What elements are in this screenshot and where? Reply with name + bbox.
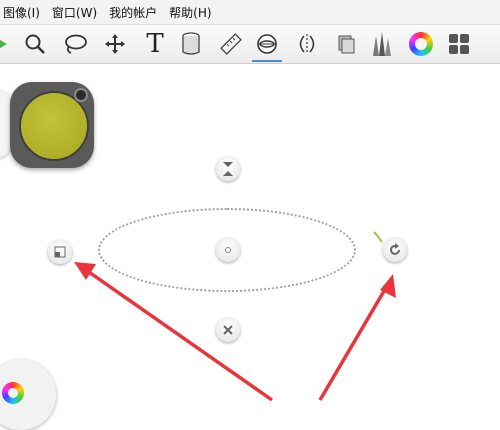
arrow-to-rotate-handle xyxy=(318,285,389,401)
arrow-to-scale-handle xyxy=(84,268,274,402)
color-wheel-icon xyxy=(2,382,24,404)
annotation-arrows xyxy=(74,262,396,402)
arrowhead-scale xyxy=(74,262,96,280)
